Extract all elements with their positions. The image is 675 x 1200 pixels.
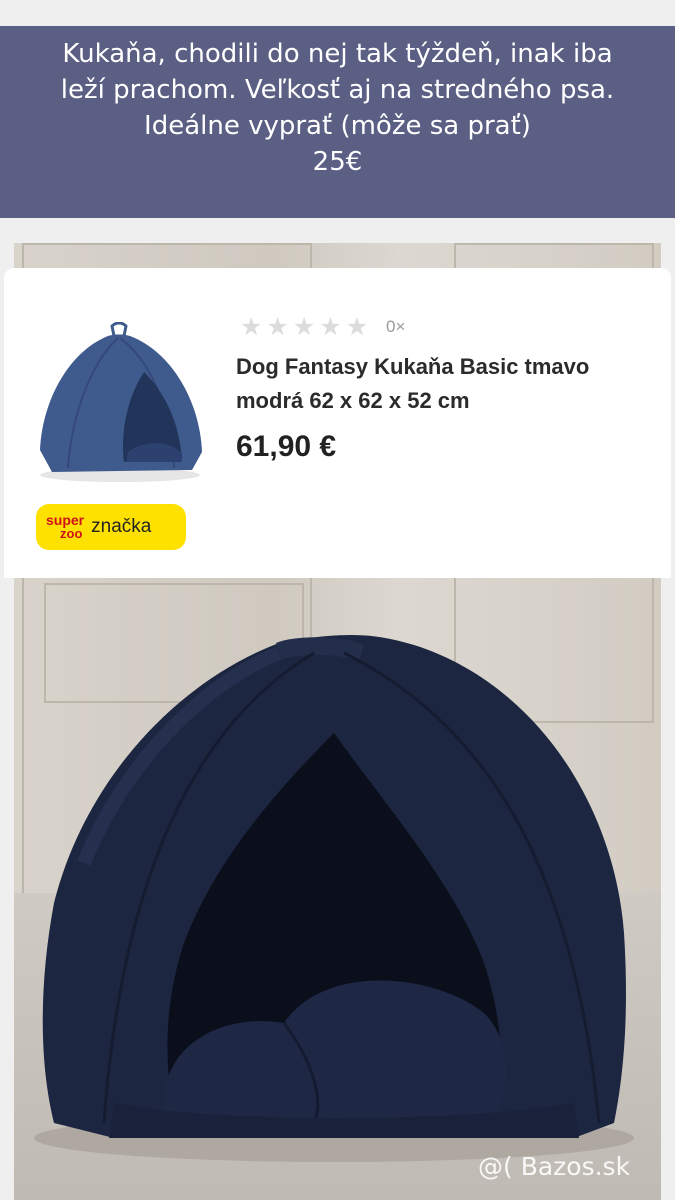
product-card[interactable]: ★ ★ ★ ★ ★ 0× Dog Fantasy Kukaňa Basic tm… [4, 268, 671, 578]
product-title[interactable]: Dog Fantasy Kukaňa Basic tmavo modrá 62 … [236, 350, 656, 418]
rating-count: 0× [386, 317, 406, 336]
caption-price: 25€ [312, 147, 363, 177]
bazos-watermark: @( Bazos.sk [478, 1152, 631, 1181]
star-icon: ★ [266, 312, 289, 341]
star-icon: ★ [292, 312, 316, 341]
brand-badge[interactable]: super zoo značka [36, 504, 186, 550]
product-price: 61,90 € [236, 430, 337, 463]
caption-line: Kukaňa, chodili do nej tak týždeň, inak … [62, 39, 613, 69]
caption-line: leží prachom. Veľkosť aj na stredného ps… [60, 75, 615, 105]
star-icon: ★ [240, 312, 263, 341]
star-icon: ★ [319, 312, 342, 341]
rating-stars: ★ ★ ★ ★ ★ [240, 314, 368, 339]
caption-line: Ideálne vyprať (môže sa prať) [144, 111, 531, 141]
star-icon: ★ [345, 312, 369, 341]
superzoo-logo: super zoo [46, 512, 85, 541]
brand-label: značka [91, 516, 152, 537]
listing-caption: Kukaňa, chodili do nej tak týždeň, inak … [0, 26, 675, 218]
product-image[interactable] [32, 322, 208, 484]
